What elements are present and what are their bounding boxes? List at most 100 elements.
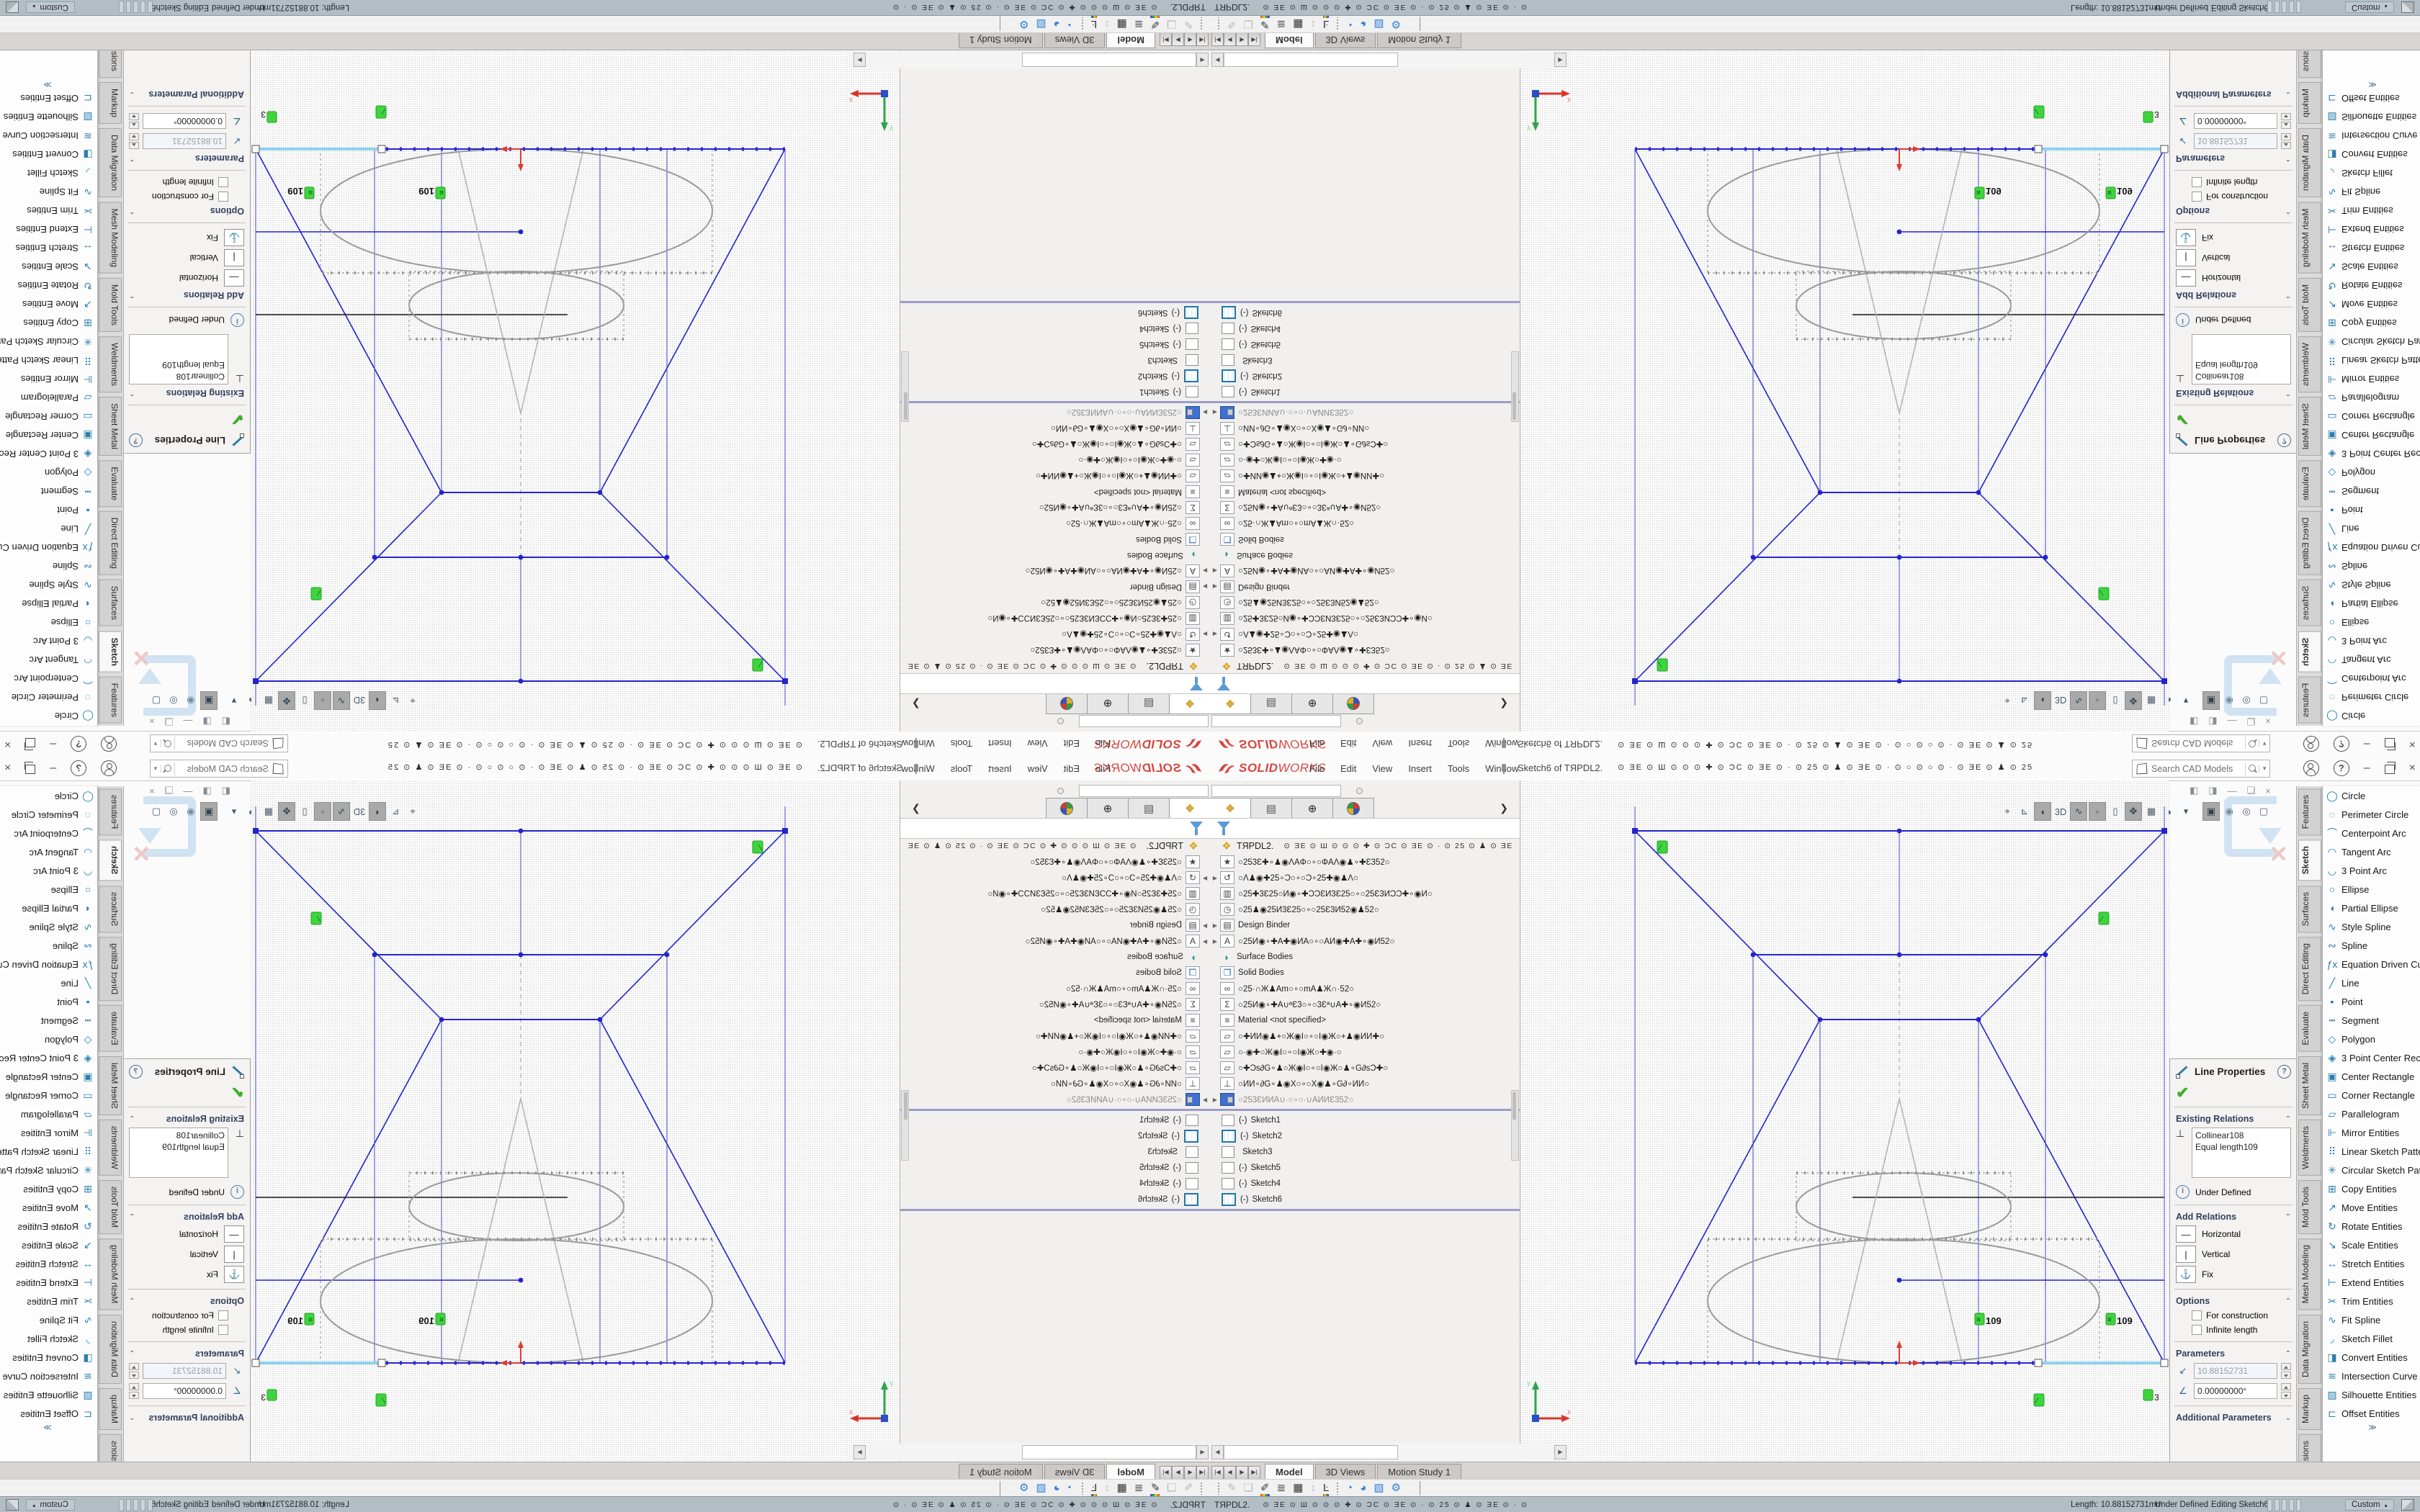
tree-item[interactable]: ▱○✚ИИ◉♟+○Ж◉I○∘○I◉Ж○+♟◉ИИ✚○ xyxy=(900,468,1210,484)
tab-markup[interactable]: Markup xyxy=(99,82,122,124)
tree-item-sketch[interactable]: (-)Sketch2 xyxy=(900,1128,1210,1144)
expand-arrow-icon[interactable]: ▶ xyxy=(1210,410,1220,416)
doc-tab-motion-study-1[interactable]: Motion Study 1 xyxy=(959,32,1043,48)
tool-item-style-spline[interactable]: ∿Style Spline xyxy=(0,576,97,595)
tabs-expand-chevron-icon[interactable]: ❯ xyxy=(1500,802,1508,814)
minimize-button[interactable]: – xyxy=(2364,737,2370,751)
view-shadows-icon[interactable]: ◑ xyxy=(2161,803,2177,820)
tree-vertical-scrollbar[interactable] xyxy=(1511,1090,1519,1161)
first-tab-icon[interactable]: |◀ xyxy=(1196,1466,1209,1480)
tool-item-silhouette-entities[interactable]: ▧Silhouette Entities xyxy=(2323,1385,2420,1404)
tree-item-sketch[interactable]: (-)Sketch5 xyxy=(1210,1160,1520,1176)
tool-item-circular-sketch-pattern[interactable]: ✳Circular Sketch Pattern xyxy=(0,1161,97,1179)
tab-sheet-metal[interactable]: Sheet Metal xyxy=(99,1056,122,1115)
last-tab-icon[interactable]: ▶| xyxy=(1248,1466,1260,1480)
hatch-icon[interactable]: ▦ xyxy=(1117,17,1127,30)
tool-item-trim-entities[interactable]: ✂Trim Entities xyxy=(0,1292,97,1310)
tab-markup[interactable]: Markup xyxy=(2298,82,2321,124)
tree-item-sketch[interactable]: (-)Sketch4 xyxy=(900,1176,1210,1192)
scroll-left-icon[interactable]: ◀ xyxy=(1196,53,1209,67)
doc-tab-motion-study-1[interactable]: Motion Study 1 xyxy=(1377,1464,1461,1480)
tool-item-stretch-entities[interactable]: ↔Stretch Entities xyxy=(2323,239,2420,258)
tab-featuremanager-tree[interactable]: ❖ xyxy=(1210,693,1251,714)
toolbar-grip[interactable] xyxy=(1200,1482,1203,1495)
tab-mold-tools[interactable]: Mold Tools xyxy=(2298,278,2321,332)
tab-direct-editing[interactable]: Direct Editing xyxy=(99,937,122,1001)
tree-horizontal-scrollbar[interactable]: ◀ ▶ xyxy=(1210,1444,1570,1461)
tab-weldments[interactable]: Weldments xyxy=(2298,336,2321,392)
relation-badge-parallel[interactable]: ∕ xyxy=(376,106,386,118)
tree-item[interactable]: ▶↺○Ʌ♟◉✚25∘Ɔ○∘○Ɔ∘25✚◉♟Ʌ○ xyxy=(1210,626,1520,642)
erase-ink-icon[interactable]: ✎ xyxy=(1227,1482,1237,1495)
account-icon[interactable] xyxy=(101,736,117,752)
collapse-chevron-icon[interactable]: ⌃ xyxy=(129,1297,135,1305)
tool-item-rotate-entities[interactable]: ↻Rotate Entities xyxy=(0,1217,97,1236)
angle-input[interactable]: 0.00000000° xyxy=(2194,1383,2277,1399)
view-curves-icon[interactable]: ∿ xyxy=(2070,802,2087,821)
cancel-sketch-icon[interactable]: × xyxy=(133,838,150,870)
hatch-icon[interactable]: ▦ xyxy=(1117,1482,1127,1495)
scroll-right-icon[interactable]: ▶ xyxy=(1554,1445,1567,1459)
horizontal-relation-button[interactable]: — xyxy=(224,1225,244,1243)
rollback-bar[interactable] xyxy=(1210,1209,1520,1211)
tool-item-mirror-entities[interactable]: ⊩Mirror Entities xyxy=(0,1123,97,1142)
view-3d-sketch-icon[interactable]: 3D xyxy=(2053,803,2069,820)
tile-right-icon[interactable]: ◨ xyxy=(2208,716,2217,727)
settings-gear-icon[interactable]: ⚙ xyxy=(1392,1482,1401,1495)
horizontal-relation-button[interactable]: — xyxy=(2176,1225,2196,1243)
expand-arrow-icon[interactable]: ▶ xyxy=(1200,922,1210,929)
relation-badge-parallel[interactable]: ∕ xyxy=(2034,106,2044,118)
tab-dimxpert[interactable] xyxy=(1046,798,1087,819)
tile-left-icon[interactable]: ◧ xyxy=(222,716,230,727)
tree-item[interactable]: ▶A○25И◉∘✚A✚◉ИA○∘○AИ◉✚A✚∘◉И52○ xyxy=(1210,563,1520,579)
panel-help-icon[interactable]: ? xyxy=(129,434,143,448)
tool-item-tangent-arc[interactable]: ◠Tangent Arc xyxy=(2323,651,2420,670)
tabs-expand-chevron-icon[interactable]: ❯ xyxy=(1500,698,1508,711)
tree-item-sketch[interactable]: Sketch3 xyxy=(1210,352,1520,368)
angle-spinner[interactable] xyxy=(129,113,139,129)
tool-item-intersection-curve[interactable]: ≋Intersection Curve xyxy=(2323,1367,2420,1385)
tree-filter-bar[interactable] xyxy=(900,673,1210,694)
tab-weldments[interactable]: Weldments xyxy=(99,336,122,392)
world-clock-icon[interactable]: ◕ xyxy=(1360,1482,1366,1495)
paintbrush-icon[interactable]: ✐ xyxy=(1150,17,1160,30)
tab-configurationmanager[interactable]: ⊕ xyxy=(1087,693,1128,714)
tool-item-circle[interactable]: ◯Circle xyxy=(2323,786,2420,805)
history-check-icon[interactable]: ◔ xyxy=(1067,17,1074,30)
relation-item[interactable]: Equal length109 xyxy=(2195,359,2287,371)
rollback-bar[interactable] xyxy=(1210,301,1520,303)
tree-item[interactable]: ▱○·◉✚○Ж◉I○∘○I◉Ж○✚◉·○ xyxy=(1210,1044,1520,1060)
graphics-performance-icon[interactable] xyxy=(6,1,19,13)
expand-arrow-icon[interactable]: ▶ xyxy=(1210,938,1220,945)
search-input[interactable]: Search CAD Models ▾ xyxy=(2132,760,2270,778)
fix-relation-button[interactable]: ⚓ xyxy=(224,1266,244,1283)
relation-badge-3[interactable]: 3 xyxy=(2143,109,2159,122)
tab-sketch[interactable]: Sketch xyxy=(99,840,122,881)
tool-item-silhouette-entities[interactable]: ▧Silhouette Entities xyxy=(2323,108,2420,127)
angle-spinner[interactable] xyxy=(2281,113,2291,129)
scroll-right-icon[interactable]: ▶ xyxy=(853,53,866,67)
tool-item-sketch-fillet[interactable]: ◞Sketch Fillet xyxy=(2323,164,2420,183)
tool-item-3-point-center-recta-[interactable]: ◈3 Point Center Recta... xyxy=(2323,1048,2420,1067)
tool-item-line[interactable]: ╱Line xyxy=(0,520,97,539)
world-clock-icon[interactable]: ◕ xyxy=(1054,17,1060,30)
tool-item-perimeter-circle[interactable]: ◌Perimeter Circle xyxy=(0,805,97,824)
collapse-chevron-icon[interactable]: ⌃ xyxy=(129,207,135,215)
ruler-icon[interactable]: ⊾ xyxy=(2017,803,2033,820)
menu-item-view[interactable]: View xyxy=(1372,763,1392,774)
first-tab-icon[interactable]: |◀ xyxy=(1196,32,1209,46)
expand-arrow-icon[interactable]: ▶ xyxy=(1200,875,1210,881)
expand-arrow-icon[interactable]: ▶ xyxy=(1210,875,1220,881)
rollback-bar[interactable] xyxy=(900,1109,1210,1111)
next-tab-icon[interactable]: ▶ xyxy=(1172,1466,1184,1480)
view-dropdown-icon[interactable]: ▾ xyxy=(2178,692,2194,709)
tab-mesh-modeling[interactable]: Mesh Modeling xyxy=(99,1238,122,1310)
hatch-icon[interactable]: ▦ xyxy=(1293,1482,1303,1495)
view-dropdown-icon[interactable]: ▾ xyxy=(2178,803,2194,820)
tree-vertical-scrollbar[interactable] xyxy=(1511,351,1519,422)
tree-item-sketch[interactable]: (-)Sketch6 xyxy=(900,1192,1210,1207)
tool-item-equation-driven-curve[interactable]: ƒxEquation Driven Curve xyxy=(2323,955,2420,973)
view-3d-sketch-icon[interactable]: 3D xyxy=(351,692,367,709)
menu-item-edit[interactable]: Edit xyxy=(1064,739,1080,750)
tool-item-offset-entities[interactable]: ⊏Offset Entities xyxy=(0,89,97,108)
